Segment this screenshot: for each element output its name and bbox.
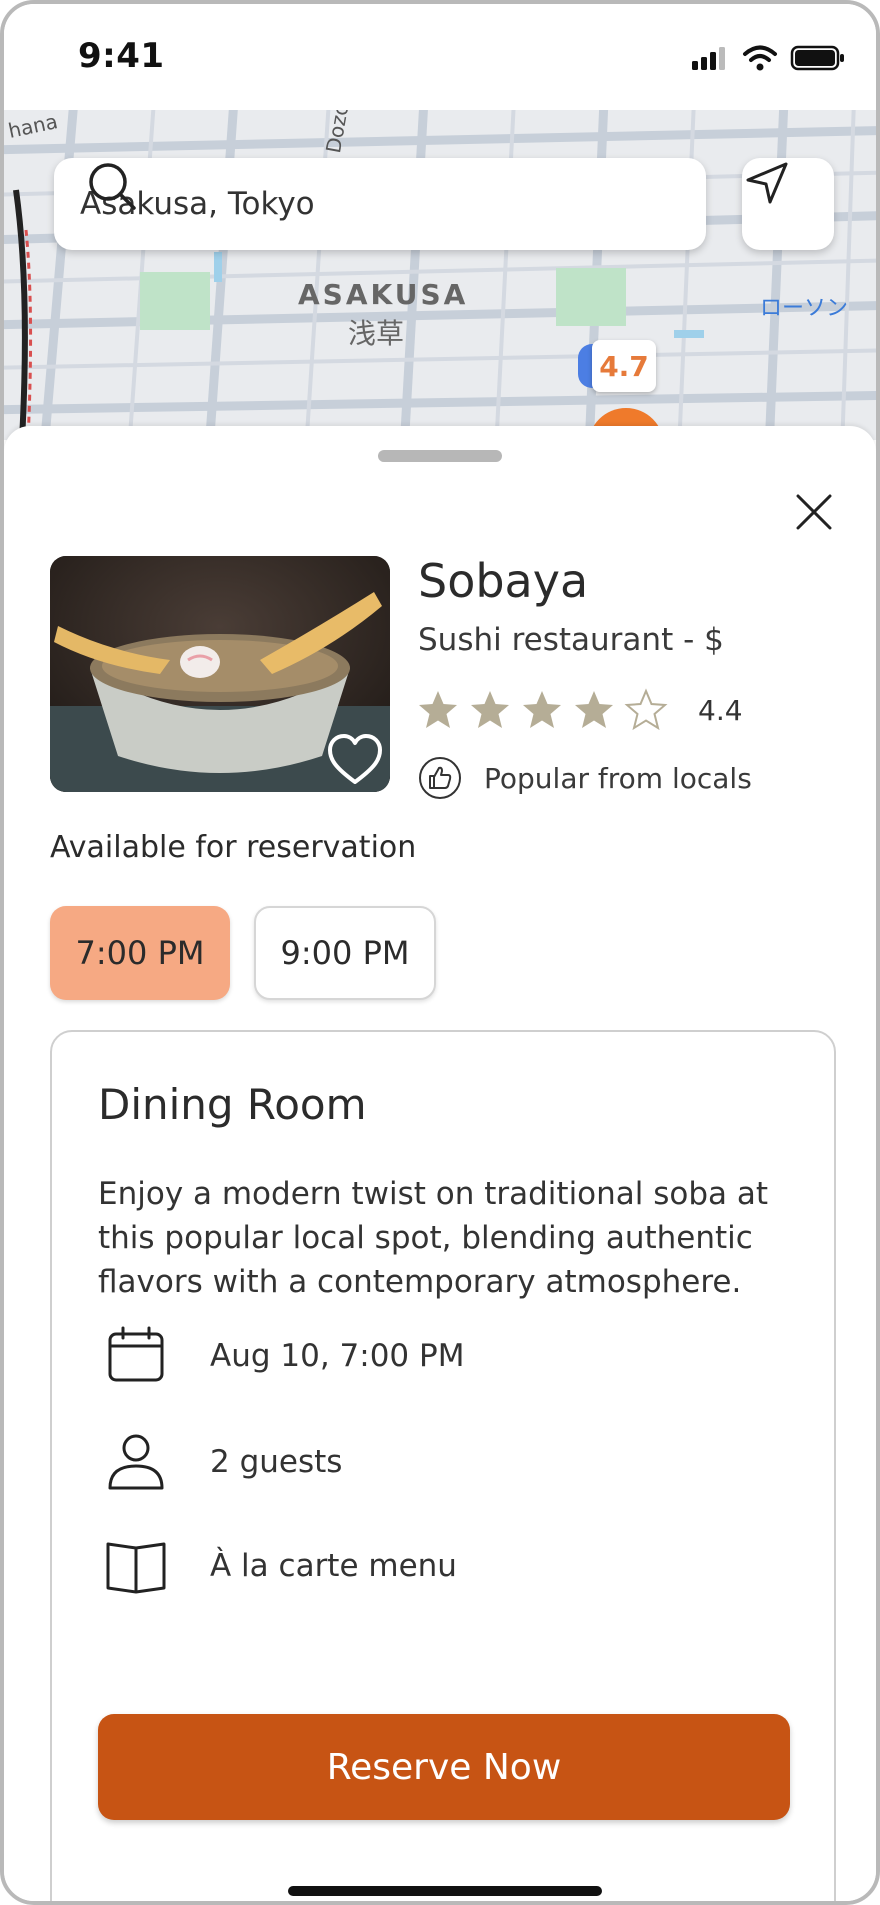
map-area-label-jp: 浅草 <box>348 317 405 350</box>
star-filled-icon <box>471 691 509 728</box>
detail-date: Aug 10, 7:00 PM <box>104 1324 464 1388</box>
status-icons <box>690 44 846 72</box>
detail-guests: 2 guests <box>104 1430 342 1494</box>
reserve-now-button[interactable]: Reserve Now <box>98 1714 790 1820</box>
restaurant-name: Sobaya <box>418 554 589 608</box>
detail-menu-label: À la carte menu <box>210 1548 457 1584</box>
star-filled-icon <box>419 691 457 728</box>
map-view[interactable]: hana Dozo ASAKUSA 浅草 ローソン Asakusa, Tokyo… <box>4 110 876 440</box>
rating-stars: 4.4 <box>416 688 743 732</box>
time-slot-7pm[interactable]: 7:00 PM <box>50 906 230 1000</box>
navigation-arrow-icon <box>746 162 788 204</box>
popular-label: Popular from locals <box>484 761 752 795</box>
detail-menu: À la carte menu <box>104 1534 457 1598</box>
person-icon <box>108 1434 164 1490</box>
status-bar: 9:41 <box>4 4 876 110</box>
map-area-label: ASAKUSA <box>298 278 469 311</box>
calendar-icon <box>108 1326 164 1382</box>
signal-icon <box>692 47 725 70</box>
popular-badge: Popular from locals <box>418 756 752 800</box>
map-shop-label: ローソン <box>760 296 849 321</box>
battery-icon <box>790 45 844 71</box>
card-title: Dining Room <box>98 1080 367 1129</box>
search-icon <box>89 163 136 210</box>
detail-guests-label: 2 guests <box>210 1444 343 1480</box>
star-filled-icon <box>575 691 613 728</box>
star-empty-icon <box>624 688 668 731</box>
sheet-drag-handle[interactable] <box>378 450 502 462</box>
restaurant-photo[interactable] <box>50 556 390 792</box>
search-bar[interactable]: Asakusa, Tokyo <box>54 158 706 250</box>
card-description: Enjoy a modern twist on traditional soba… <box>98 1176 769 1300</box>
rating-value: 4.4 <box>698 693 743 727</box>
close-icon[interactable] <box>788 486 840 538</box>
time-slot-9pm[interactable]: 9:00 PM <box>254 906 436 1000</box>
dining-room-card: Dining Room Enjoy a modern twist on trad… <box>50 1030 836 1901</box>
favorite-heart-icon[interactable] <box>326 732 384 786</box>
status-time: 9:41 <box>78 36 165 76</box>
menu-book-icon <box>106 1542 166 1594</box>
availability-heading: Available for reservation <box>50 830 417 865</box>
wifi-icon <box>743 45 777 71</box>
locate-me-button[interactable] <box>742 158 834 250</box>
home-indicator[interactable] <box>288 1886 602 1896</box>
detail-date-label: Aug 10, 7:00 PM <box>210 1338 465 1374</box>
star-filled-icon <box>523 691 561 728</box>
phone-frame: 9:41 hana Dozo ASAKUSA 浅草 ローソン Asakusa, … <box>0 0 880 1905</box>
time-slot-list: 7:00 PM 9:00 PM <box>50 906 436 1000</box>
map-pin-rating[interactable]: 4.7 <box>592 340 656 392</box>
restaurant-type: Sushi restaurant - $ <box>418 622 724 658</box>
restaurant-sheet: Sobaya Sushi restaurant - $ 4.4 Popular … <box>4 426 876 1901</box>
thumbs-up-icon <box>419 757 461 799</box>
